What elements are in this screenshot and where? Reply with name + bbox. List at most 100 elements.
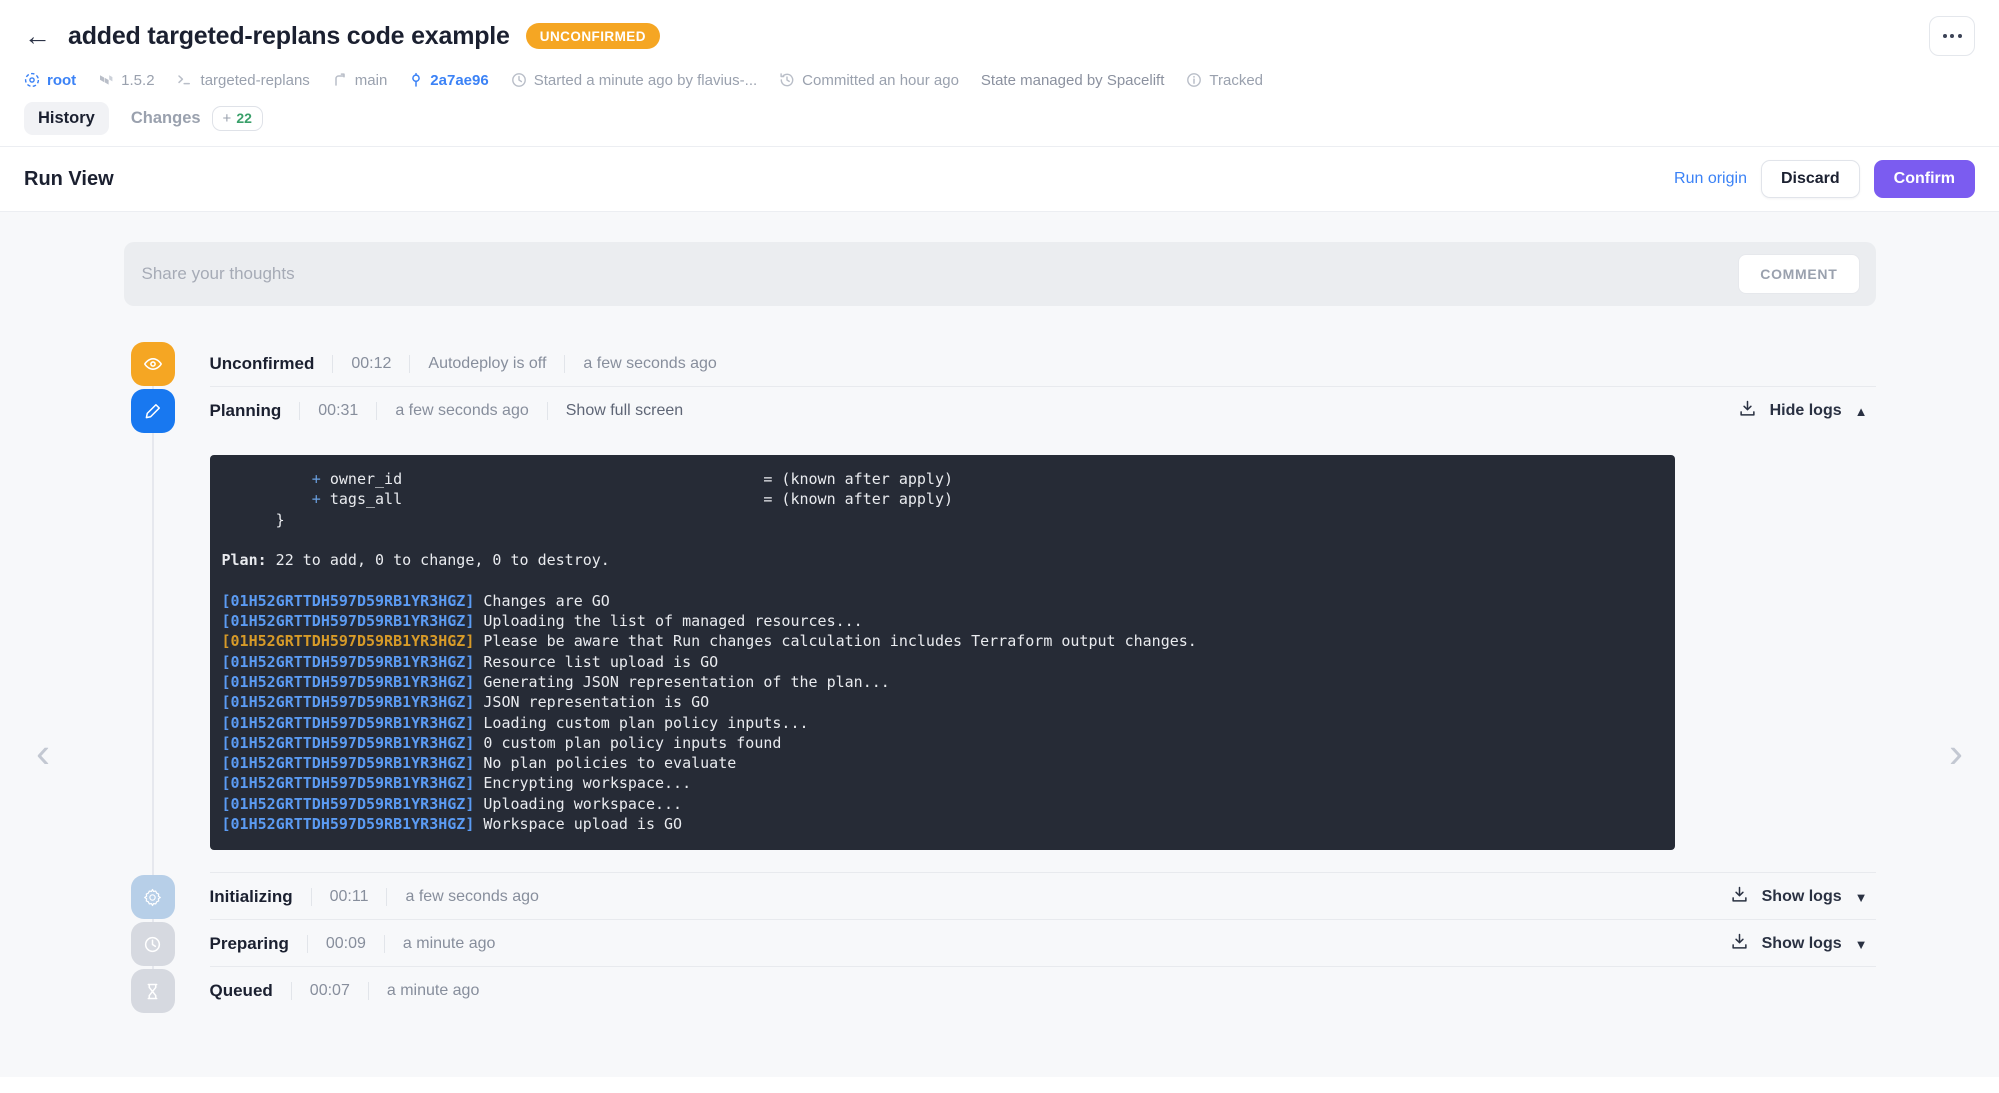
- show-logs-label: Show logs: [1761, 935, 1842, 953]
- meta-terraform-version: 1.5.2: [98, 71, 155, 89]
- meta-started-label: Started a minute ago by flavius-...: [533, 71, 758, 89]
- log-line: [01H52GRTTDH597D59RB1YR3HGZ] Resource li…: [210, 652, 1675, 672]
- log-message: Uploading workspace...: [474, 794, 683, 813]
- show-full-screen-button[interactable]: Show full screen: [548, 402, 701, 420]
- plan-log-terminal[interactable]: + owner_id = (known after apply) + tags_…: [209, 455, 1675, 851]
- log-line: [01H52GRTTDH597D59RB1YR3HGZ] Changes are…: [210, 591, 1675, 611]
- meta-space[interactable]: root: [24, 72, 76, 89]
- runview-title: Run View: [24, 167, 114, 190]
- timeline-row-initializing: Initializing 00:11 a few seconds ago Sho…: [124, 875, 1876, 922]
- download-icon[interactable]: [1730, 932, 1749, 956]
- stage-detail: Autodeploy is off: [428, 355, 547, 372]
- ellipsis-icon[interactable]: [1929, 16, 1975, 56]
- tab-changes-label: Changes: [130, 108, 201, 127]
- meta-commit-label: 2a7ae96: [430, 71, 489, 89]
- meta-stack-label: targeted-replans: [200, 71, 310, 89]
- comment-submit-button[interactable]: COMMENT: [1738, 254, 1860, 294]
- row-divider: [209, 966, 1876, 968]
- run-origin-link[interactable]: Run origin: [1674, 170, 1747, 188]
- stage-name: Planning: [209, 401, 282, 420]
- page-title: added targeted-replans code example: [68, 21, 510, 50]
- stage-name: Unconfirmed: [209, 354, 315, 373]
- chevron-right-icon[interactable]: ›: [1949, 732, 1963, 774]
- log-line: [01H52GRTTDH597D59RB1YR3HGZ] Please be a…: [210, 631, 1675, 651]
- log-message: JSON representation is GO: [474, 693, 710, 712]
- timeline-row-unconfirmed: Unconfirmed 00:12 Autodeploy is off a fe…: [124, 342, 1876, 389]
- log-timestamp: [01H52GRTTDH597D59RB1YR3HGZ]: [221, 713, 475, 732]
- clock-icon: [511, 72, 527, 88]
- arrow-left-icon[interactable]: ←: [24, 22, 52, 50]
- timeline-body-planning: Planning 00:31 a few seconds ago Show fu…: [209, 389, 1876, 875]
- meta-tracked-label: Tracked: [1209, 71, 1264, 89]
- tab-bar: History Changes + 22: [24, 98, 1975, 146]
- tab-changes[interactable]: Changes + 22: [117, 99, 277, 138]
- tab-history[interactable]: History: [24, 101, 109, 135]
- confirm-button[interactable]: Confirm: [1873, 160, 1975, 198]
- stage-relative-time: a minute ago: [402, 935, 496, 953]
- log-line: [01H52GRTTDH597D59RB1YR3HGZ] 0 custom pl…: [210, 733, 1675, 753]
- meta-committed-label: Committed an hour ago: [802, 71, 959, 89]
- pencil-icon: [130, 389, 175, 433]
- show-logs-button[interactable]: Show logs ▼: [1730, 932, 1876, 956]
- terraform-icon: [98, 72, 114, 88]
- meta-commit[interactable]: 2a7ae96: [409, 71, 489, 89]
- runview-actions: Run origin Discard Confirm: [1674, 160, 1975, 198]
- log-message: Encrypting workspace...: [474, 774, 692, 793]
- timeline-head-initializing: Initializing 00:11 a few seconds ago Sho…: [210, 875, 1876, 919]
- chevron-down-icon: ▼: [1854, 936, 1868, 952]
- stage-duration: 00:31: [318, 402, 359, 419]
- meta-branch[interactable]: main: [332, 71, 388, 89]
- meta-branch-label: main: [354, 71, 388, 89]
- run-body: ‹ › Share your thoughts COMMENT Unconfir…: [0, 212, 1999, 1077]
- page-header: ← added targeted-replans code example UN…: [0, 0, 1999, 146]
- eye-icon: [130, 342, 175, 386]
- discard-button[interactable]: Discard: [1760, 160, 1860, 198]
- timeline-body-unconfirmed: Unconfirmed 00:12 Autodeploy is off a fe…: [209, 342, 1876, 389]
- stage-relative-time: a few seconds ago: [395, 402, 529, 419]
- log-lines-container: [01H52GRTTDH597D59RB1YR3HGZ] Changes are…: [210, 591, 1675, 835]
- log-message: Resource list upload is GO: [474, 652, 719, 671]
- runview-toolbar: Run View Run origin Discard Confirm: [0, 147, 1999, 211]
- meta-state: State managed by Spacelift: [981, 72, 1164, 89]
- log-timestamp: [01H52GRTTDH597D59RB1YR3HGZ]: [221, 774, 475, 793]
- log-line: [01H52GRTTDH597D59RB1YR3HGZ] Workspace u…: [210, 814, 1675, 834]
- chevron-down-icon: ▼: [1854, 889, 1868, 905]
- chevron-up-icon: ▲: [1854, 403, 1868, 419]
- meta-stack[interactable]: targeted-replans: [177, 72, 310, 89]
- branch-icon: [332, 72, 348, 88]
- history-icon: [779, 72, 795, 88]
- stage-relative-time: a few seconds ago: [583, 355, 717, 372]
- meta-tracked: Tracked: [1186, 72, 1263, 89]
- stage-duration: 00:07: [309, 982, 350, 1000]
- log-line: [01H52GRTTDH597D59RB1YR3HGZ] Encrypting …: [210, 773, 1675, 793]
- stage-duration: 00:09: [325, 935, 366, 953]
- comment-box[interactable]: Share your thoughts COMMENT: [123, 242, 1876, 306]
- hourglass-icon: [130, 969, 175, 1014]
- log-line: + tags_all = (known after apply): [221, 490, 954, 509]
- download-icon[interactable]: [1730, 885, 1749, 909]
- comment-input[interactable]: Share your thoughts: [142, 264, 1739, 284]
- hide-logs-button[interactable]: Hide logs ▲: [1738, 399, 1876, 423]
- log-line: }: [221, 510, 285, 529]
- meta-terraform-label: 1.5.2: [121, 71, 155, 89]
- log-timestamp: [01H52GRTTDH597D59RB1YR3HGZ]: [221, 754, 475, 773]
- log-message: Workspace upload is GO: [474, 815, 683, 834]
- timeline-row-preparing: Preparing 00:09 a minute ago Show logs ▼: [124, 922, 1876, 969]
- commit-icon: [409, 72, 423, 88]
- log-line: + owner_id = (known after apply): [221, 470, 954, 488]
- log-timestamp: [01H52GRTTDH597D59RB1YR3HGZ]: [221, 652, 475, 671]
- chevron-left-icon[interactable]: ‹: [36, 732, 50, 774]
- download-icon[interactable]: [1738, 399, 1757, 423]
- log-message: Uploading the list of managed resources.…: [474, 612, 863, 631]
- show-logs-button[interactable]: Show logs ▼: [1730, 885, 1876, 909]
- stage-name: Initializing: [209, 887, 293, 907]
- timeline-body-queued: Queued 00:07 a minute ago: [210, 969, 1876, 1015]
- changes-count: 22: [236, 110, 252, 126]
- tab-history-label: History: [38, 108, 95, 127]
- row-divider: [209, 872, 1876, 874]
- log-message: No plan policies to evaluate: [474, 754, 737, 773]
- timeline-body-initializing: Initializing 00:11 a few seconds ago Sho…: [209, 875, 1876, 922]
- stage-duration: 00:11: [329, 888, 369, 906]
